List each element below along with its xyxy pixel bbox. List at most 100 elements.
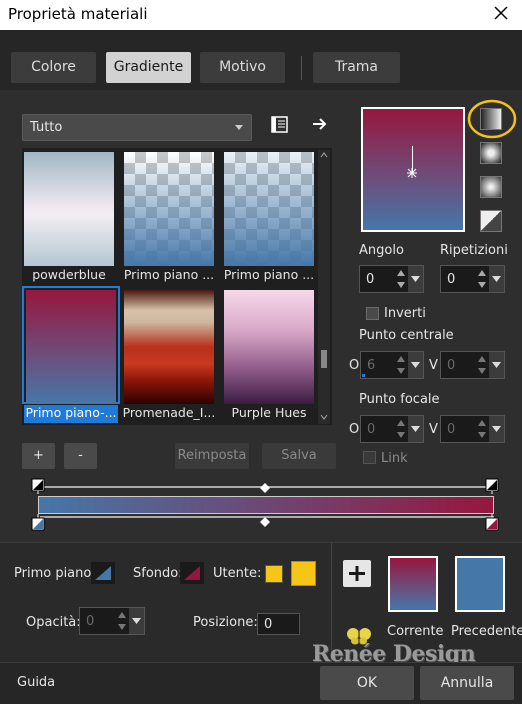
foreground-stop-button[interactable] xyxy=(91,562,115,584)
chevron-down-icon xyxy=(411,426,420,432)
transparency-stop-left[interactable] xyxy=(31,478,45,494)
gradient-category-dropdown[interactable]: Tutto xyxy=(22,114,252,141)
add-gradient-button[interactable]: + xyxy=(22,443,55,469)
previous-swatch[interactable] xyxy=(455,556,505,612)
gradient-item[interactable]: Promenade_I... xyxy=(122,288,216,420)
up-down-icon[interactable] xyxy=(476,354,488,376)
opacity-dropdown[interactable] xyxy=(129,608,144,634)
user-color-swatch[interactable] xyxy=(291,561,316,586)
gradient-thumbnail xyxy=(124,152,214,266)
tab-motivo[interactable]: Motivo xyxy=(200,52,285,83)
gradient-item-label: powderblue xyxy=(32,267,106,282)
center-h-dropdown[interactable] xyxy=(408,352,423,378)
user-label: Utente: xyxy=(213,566,262,581)
up-down-icon[interactable] xyxy=(395,354,407,376)
radial-style-button[interactable] xyxy=(480,176,502,198)
close-icon[interactable] xyxy=(492,4,510,22)
gradient-item-label: Purple Hues xyxy=(231,405,307,420)
user-stop-radio[interactable] xyxy=(265,565,283,583)
gradient-thumbnail xyxy=(224,290,314,404)
add-stop-button[interactable] xyxy=(343,560,371,587)
center-v-dropdown[interactable] xyxy=(489,352,504,378)
angle-dropdown[interactable] xyxy=(408,266,423,292)
gradient-item-selected[interactable]: Primo piano-... xyxy=(22,286,120,423)
link-label: Link xyxy=(381,451,408,466)
chevron-down-icon xyxy=(492,362,501,368)
arrow-right-icon[interactable] xyxy=(311,116,329,132)
gradient-library: powderblue Primo piano ... Primo piano .… xyxy=(22,148,332,425)
file-icon[interactable] xyxy=(270,116,290,134)
gradient-item[interactable]: Primo piano ... xyxy=(122,150,216,282)
chevron-down-icon xyxy=(411,276,420,282)
gradient-preview[interactable] xyxy=(361,107,465,232)
gradient-item-label: Primo piano-... xyxy=(24,405,118,423)
color-stop-left[interactable] xyxy=(31,514,45,531)
gradient-item-label: Primo piano ... xyxy=(223,267,315,282)
gradient-item-label: Primo piano ... xyxy=(123,267,215,282)
angle-value: 0 xyxy=(366,272,375,287)
gradient-category-value: Tutto xyxy=(30,120,63,135)
reset-button[interactable]: Reimposta xyxy=(175,443,249,469)
scrollbar-thumb[interactable] xyxy=(321,350,327,368)
gradient-item[interactable]: powderblue xyxy=(22,150,116,282)
gradient-editor-bar[interactable] xyxy=(38,496,494,514)
transparency-midpoint[interactable] xyxy=(260,483,270,493)
color-stop-right[interactable] xyxy=(485,514,499,531)
save-button[interactable]: Salva xyxy=(262,443,336,469)
invert-checkbox[interactable] xyxy=(366,307,379,320)
gradient-item[interactable]: Purple Hues xyxy=(222,288,316,420)
tab-divider xyxy=(301,56,302,80)
tab-bar: Colore Gradiente Motivo Trama xyxy=(0,30,522,90)
background-stop-button[interactable] xyxy=(180,562,204,584)
gradient-thumbnail xyxy=(24,152,114,266)
center-h-spinner[interactable]: 6 xyxy=(360,351,424,379)
repeats-spinner[interactable]: 0 xyxy=(440,265,505,293)
position-field[interactable]: 0 xyxy=(257,613,300,635)
center-h-slider-indicator xyxy=(362,374,365,377)
scroll-up-icon[interactable] xyxy=(320,152,328,158)
center-v-spinner[interactable]: 0 xyxy=(440,351,505,379)
chevron-down-icon xyxy=(411,362,420,368)
opacity-spinner[interactable]: 0 xyxy=(79,607,145,635)
current-gradient-swatch[interactable] xyxy=(388,556,438,612)
position-label: Posizione: xyxy=(193,615,258,630)
center-h-value: 6 xyxy=(367,358,376,373)
cancel-button[interactable]: Annulla xyxy=(420,666,514,700)
focal-h-label: O xyxy=(349,422,360,437)
focal-h-spinner[interactable]: 0 xyxy=(360,415,424,443)
color-midpoint[interactable] xyxy=(260,517,270,527)
ok-button[interactable]: OK xyxy=(320,666,414,700)
up-down-icon[interactable] xyxy=(116,610,128,632)
plus-icon xyxy=(349,566,365,581)
gradient-list-scrollbar[interactable] xyxy=(318,150,330,424)
chevron-down-icon xyxy=(132,618,141,624)
link-checkbox[interactable] xyxy=(363,451,376,464)
center-v-label: V xyxy=(429,358,438,373)
up-down-icon[interactable] xyxy=(395,268,407,290)
up-down-icon[interactable] xyxy=(476,268,488,290)
repeats-label: Ripetizioni xyxy=(440,243,508,258)
center-point-icon[interactable] xyxy=(407,168,417,178)
gradient-thumbnail xyxy=(224,152,314,266)
focal-v-label: V xyxy=(429,422,438,437)
tab-trama[interactable]: Trama xyxy=(313,52,400,83)
up-down-icon[interactable] xyxy=(395,418,407,440)
tab-gradiente[interactable]: Gradiente xyxy=(106,52,191,83)
help-link[interactable]: Guida xyxy=(17,675,55,690)
focal-h-dropdown[interactable] xyxy=(408,416,423,442)
focal-v-dropdown[interactable] xyxy=(489,416,504,442)
rectangular-style-button[interactable] xyxy=(480,142,502,164)
transparency-stop-right[interactable] xyxy=(485,478,499,494)
center-v-value: 0 xyxy=(447,358,456,373)
gradient-item-label: Promenade_I... xyxy=(122,405,216,420)
focal-v-value: 0 xyxy=(447,422,456,437)
up-down-icon[interactable] xyxy=(476,418,488,440)
scroll-down-icon[interactable] xyxy=(320,414,328,420)
gradient-item[interactable]: Primo piano ... xyxy=(222,150,316,282)
repeats-dropdown[interactable] xyxy=(489,266,504,292)
tab-colore[interactable]: Colore xyxy=(11,52,96,83)
focal-v-spinner[interactable]: 0 xyxy=(440,415,505,443)
angle-spinner[interactable]: 0 xyxy=(359,265,424,293)
remove-gradient-button[interactable]: - xyxy=(64,443,97,469)
sunburst-style-button[interactable] xyxy=(480,210,502,232)
